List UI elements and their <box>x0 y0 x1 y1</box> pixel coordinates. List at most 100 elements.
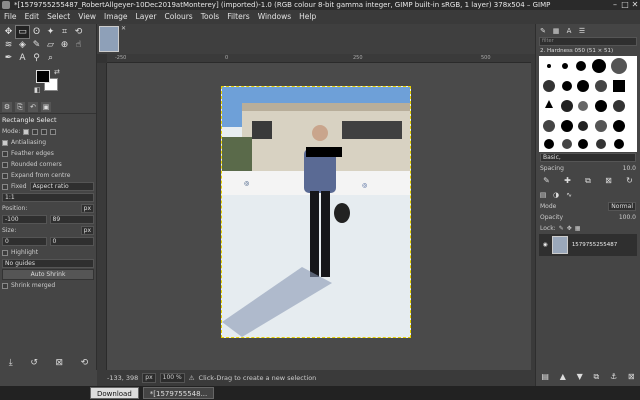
patterns-tab-icon[interactable]: ▦ <box>551 26 561 36</box>
lock-pixels-icon[interactable]: ✎ <box>559 225 564 232</box>
close-tab-icon[interactable]: ✕ <box>121 25 126 32</box>
rounded-checkbox[interactable] <box>2 161 8 168</box>
duplicate-layer-icon[interactable]: ⧉ <box>594 372 600 382</box>
antialiasing-checkbox[interactable] <box>2 139 8 146</box>
channels-tab-icon[interactable]: ◑ <box>551 190 561 200</box>
delete-brush-icon[interactable]: ⊠ <box>605 176 612 186</box>
swap-colors-icon[interactable]: ⇄ <box>54 68 60 76</box>
fuzzy-select-tool-icon[interactable]: ✦ <box>44 26 57 38</box>
delete-options-icon[interactable]: ⊠ <box>56 358 64 368</box>
menu-help[interactable]: Help <box>295 10 320 24</box>
shrink-merged-checkbox[interactable] <box>2 282 8 289</box>
ruler-corner[interactable] <box>97 54 107 63</box>
rounded-row[interactable]: Rounded corners <box>0 159 96 170</box>
menu-image[interactable]: Image <box>100 10 132 24</box>
raise-layer-icon[interactable]: ▲ <box>560 372 566 382</box>
highlight-checkbox[interactable] <box>2 249 8 256</box>
menu-layer[interactable]: Layer <box>132 10 161 24</box>
taskbar-gimp[interactable]: *[1579755548... <box>142 387 215 399</box>
position-unit-dropdown[interactable]: px <box>80 204 94 213</box>
menu-view[interactable]: View <box>74 10 100 24</box>
minimize-icon[interactable]: – <box>610 0 620 10</box>
aspect-dropdown[interactable]: Aspect ratio <box>29 182 94 191</box>
undo-history-tab-icon[interactable]: ↶ <box>28 102 38 112</box>
guides-dropdown[interactable]: No guides <box>2 259 94 268</box>
expand-row[interactable]: Expand from centre <box>0 170 96 181</box>
paths-tool-icon[interactable]: ✒ <box>2 52 15 64</box>
menu-tools[interactable]: Tools <box>197 10 223 24</box>
ratio-field[interactable]: 1:1 <box>2 193 94 202</box>
anchor-layer-icon[interactable]: ⚓ <box>610 372 617 382</box>
eraser-tool-icon[interactable]: ▱ <box>44 39 57 51</box>
mode-intersect-icon[interactable] <box>50 128 57 135</box>
mode-add-icon[interactable] <box>32 128 39 135</box>
brushes-tab-icon[interactable]: ✎ <box>538 26 548 36</box>
document-history-tab-icon[interactable]: ☰ <box>577 26 587 36</box>
opacity-value[interactable]: 100.0 <box>619 214 636 221</box>
menu-edit[interactable]: Edit <box>21 10 44 24</box>
brush-preset-dropdown[interactable]: Basic, <box>540 153 636 162</box>
feather-row[interactable]: Feather edges <box>0 148 96 159</box>
lock-position-icon[interactable]: ✥ <box>567 225 572 232</box>
clone-tool-icon[interactable]: ⊕ <box>58 39 71 51</box>
layer-item[interactable]: ◉ 1579755255487 <box>539 234 637 256</box>
duplicate-brush-icon[interactable]: ⧉ <box>585 176 591 186</box>
rect-select-tool-icon[interactable]: ▭ <box>15 25 30 39</box>
layer-mode-dropdown[interactable]: Normal <box>608 202 636 211</box>
lock-alpha-icon[interactable]: ▦ <box>575 225 581 232</box>
bucket-fill-tool-icon[interactable]: ◈ <box>16 39 29 51</box>
menu-filters[interactable]: Filters <box>223 10 253 24</box>
warp-tool-icon[interactable]: ≋ <box>2 39 15 51</box>
expand-checkbox[interactable] <box>2 172 8 179</box>
feather-checkbox[interactable] <box>2 150 8 157</box>
brush-filter-input[interactable]: filter <box>539 37 637 46</box>
smudge-tool-icon[interactable]: ☝ <box>72 39 85 51</box>
size-w-field[interactable]: 0 <box>2 237 47 246</box>
menu-file[interactable]: File <box>0 10 21 24</box>
new-layer-icon[interactable]: ▤ <box>541 372 549 382</box>
text-tool-icon[interactable]: A <box>16 52 29 64</box>
taskbar-download[interactable]: Download <box>90 387 139 399</box>
menu-colours[interactable]: Colours <box>160 10 196 24</box>
mode-replace-icon[interactable] <box>23 128 30 135</box>
lower-layer-icon[interactable]: ▼ <box>577 372 583 382</box>
antialiasing-row[interactable]: Antialiasing <box>0 137 96 148</box>
vertical-ruler[interactable] <box>97 63 107 370</box>
close-icon[interactable]: ✕ <box>630 0 640 10</box>
shrink-merged-row[interactable]: Shrink merged <box>0 280 96 291</box>
new-brush-icon[interactable]: ✚ <box>564 176 571 186</box>
crop-tool-icon[interactable]: ⌗ <box>58 26 71 38</box>
image-canvas[interactable]: ◎ ◎ <box>221 86 411 338</box>
size-h-field[interactable]: 0 <box>49 237 94 246</box>
images-tab-icon[interactable]: ▣ <box>41 102 51 112</box>
size-unit-dropdown[interactable]: px <box>80 226 94 235</box>
mode-subtract-icon[interactable] <box>41 128 48 135</box>
layers-tab-icon[interactable]: ▤ <box>538 190 548 200</box>
color-picker-tool-icon[interactable]: ⚲ <box>30 52 43 64</box>
auto-shrink-button[interactable]: Auto Shrink <box>2 269 94 280</box>
device-status-tab-icon[interactable]: ⎘ <box>15 102 25 112</box>
tool-options-tab-icon[interactable]: ⚙ <box>2 102 12 112</box>
delete-layer-icon[interactable]: ⊠ <box>628 372 635 382</box>
fonts-tab-icon[interactable]: A <box>564 26 574 36</box>
menu-windows[interactable]: Windows <box>254 10 295 24</box>
zoom-dropdown[interactable]: 100 % <box>159 373 185 383</box>
restore-options-icon[interactable]: ↺ <box>30 358 38 368</box>
reset-colors-icon[interactable]: ◧ <box>34 86 41 94</box>
image-tab-thumbnail[interactable]: ✕ <box>99 25 126 52</box>
fixed-checkbox[interactable] <box>2 183 8 190</box>
paths-tab-icon[interactable]: ∿ <box>564 190 574 200</box>
position-x-field[interactable]: -100 <box>2 215 47 224</box>
menu-select[interactable]: Select <box>43 10 74 24</box>
position-y-field[interactable]: 89 <box>49 215 94 224</box>
refresh-brushes-icon[interactable]: ↻ <box>626 176 633 186</box>
zoom-tool-icon[interactable]: ⌕ <box>44 52 57 64</box>
edit-brush-icon[interactable]: ✎ <box>543 176 550 186</box>
foreground-color[interactable] <box>36 70 50 83</box>
horizontal-ruler[interactable]: -250 0 250 500 <box>107 54 531 63</box>
save-options-icon[interactable]: ⤓ <box>9 358 13 368</box>
reset-options-icon[interactable]: ⟲ <box>81 358 89 368</box>
unit-dropdown[interactable]: px <box>142 373 156 383</box>
brush-grid[interactable] <box>539 56 637 152</box>
visibility-eye-icon[interactable]: ◉ <box>543 242 548 248</box>
